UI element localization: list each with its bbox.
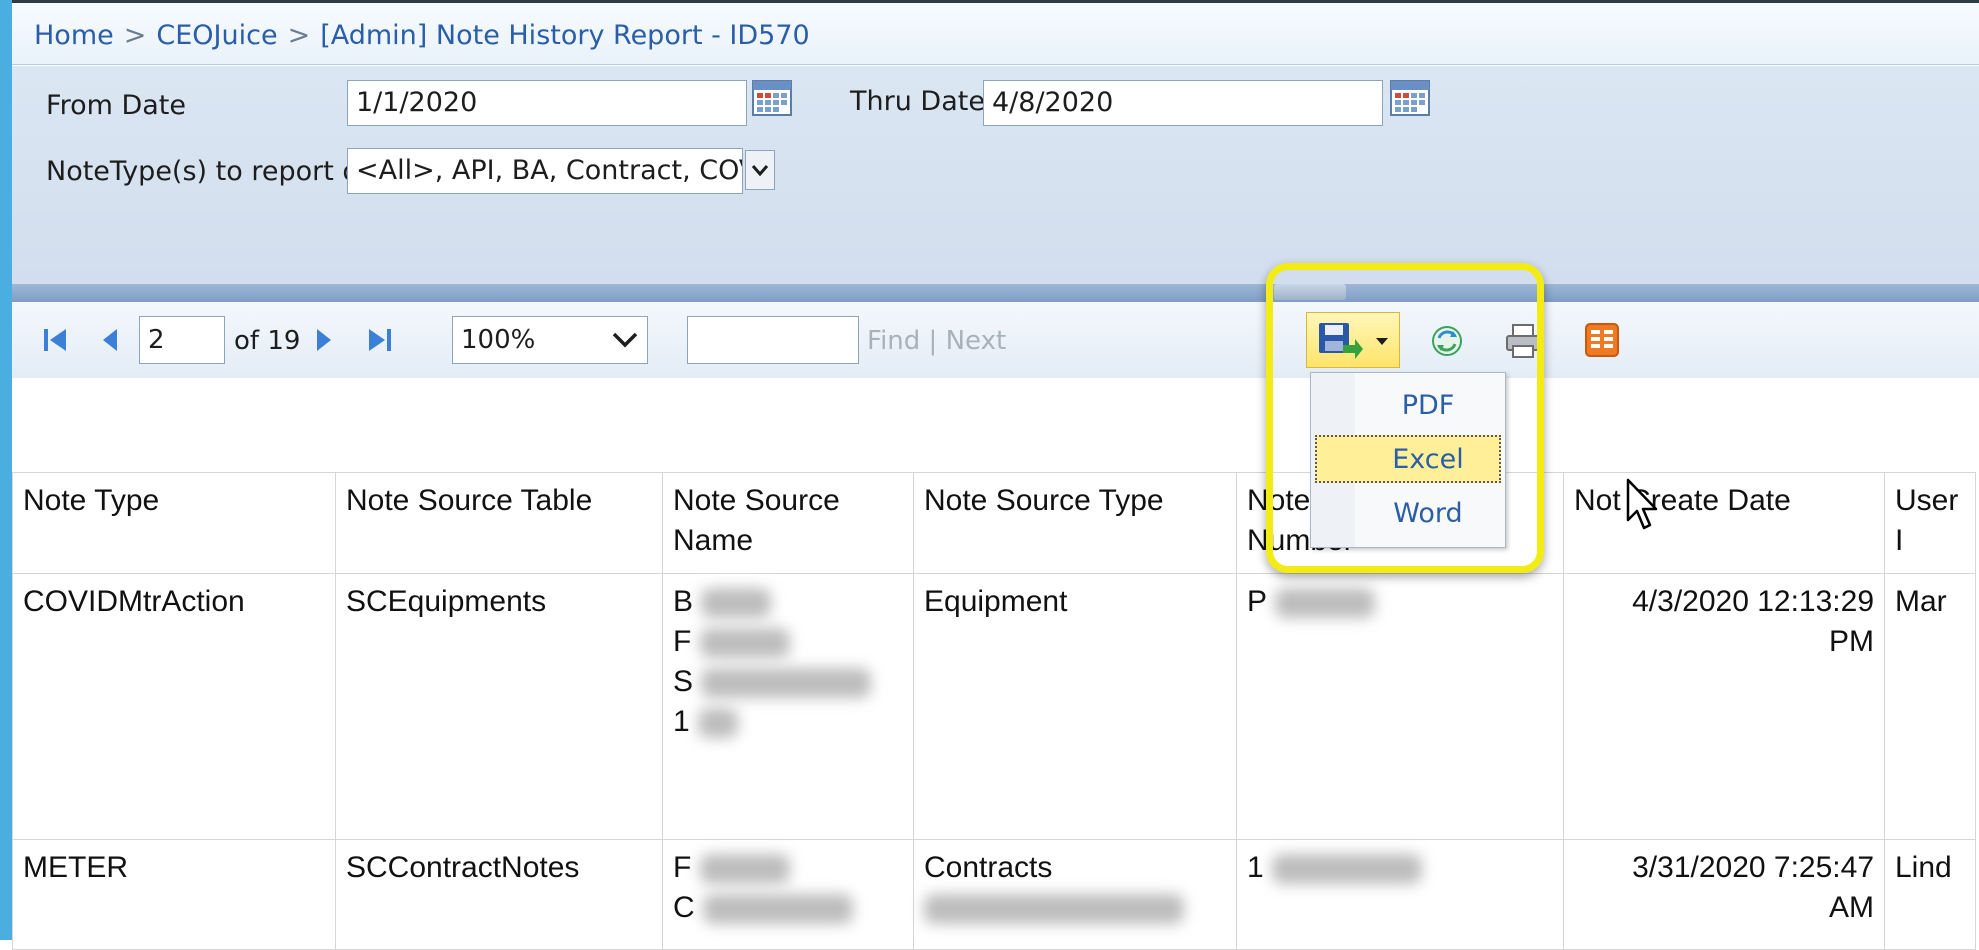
last-page-icon[interactable]	[367, 326, 393, 354]
notetype-select[interactable]: <All>, API, BA, Contract, COVID	[347, 148, 743, 194]
table-header-row: Note Type Note Source Table Note Source N…	[12, 472, 1976, 574]
page-count: of 19	[234, 326, 301, 356]
find-label[interactable]: Find	[867, 326, 920, 356]
cell-note-number: P	[1236, 573, 1564, 840]
col-header-source-type: Note Source Type	[913, 472, 1237, 574]
col-header-user: User I	[1884, 472, 1976, 574]
report-parameters-panel: From Date 1/1/2020 Thru Date 4/8/2020 No…	[12, 66, 1979, 284]
find-separator: |	[928, 326, 938, 356]
col-header-create-date: Not Create Date	[1563, 472, 1885, 574]
cell-user: Mar	[1884, 573, 1976, 840]
mouse-cursor-icon	[1626, 478, 1658, 530]
breadcrumb-current-report[interactable]: [Admin] Note History Report - ID570	[320, 20, 810, 51]
cell-source-type: Equipment	[913, 573, 1237, 840]
layout-icon[interactable]	[1584, 322, 1620, 358]
chevron-down-icon	[612, 332, 638, 348]
cell-source-name: F C	[662, 839, 914, 950]
breadcrumb-separator: >	[123, 20, 147, 51]
window-left-edge	[0, 0, 12, 940]
cell-note-type: METER	[12, 839, 336, 950]
find-button[interactable]: Find | Next	[867, 326, 1006, 356]
report-body: Note Type Note Source Table Note Source N…	[12, 378, 1979, 950]
cell-create-date: 4/3/2020 12:13:29 PM	[1563, 573, 1885, 840]
cell-create-date: 3/31/2020 7:25:47 AM	[1563, 839, 1885, 950]
calendar-icon[interactable]	[1390, 80, 1430, 116]
from-date-label: From Date	[46, 90, 187, 121]
find-input[interactable]	[687, 316, 859, 364]
cell-note-number: 1	[1236, 839, 1564, 950]
prev-page-icon[interactable]	[100, 326, 120, 354]
page-number-input[interactable]: 2	[139, 316, 225, 364]
cell-user: Lind	[1884, 839, 1976, 950]
thru-date-label: Thru Date	[850, 86, 985, 117]
notetype-label: NoteType(s) to report on	[46, 156, 377, 187]
breadcrumb-separator: >	[287, 20, 311, 51]
dropdown-arrow-icon	[752, 165, 768, 176]
report-toolbar: 2 of 19 100% Find | Next	[12, 302, 1979, 379]
cell-note-type: COVIDMtrAction	[12, 573, 336, 840]
panel-splitter[interactable]	[12, 284, 1979, 302]
first-page-icon[interactable]	[42, 326, 68, 354]
notetype-dropdown-button[interactable]	[745, 150, 775, 190]
next-page-icon[interactable]	[314, 326, 334, 354]
breadcrumb-home[interactable]: Home	[34, 20, 114, 51]
highlight-callout	[1266, 263, 1544, 573]
col-header-source-name: Note Source Name	[662, 472, 914, 574]
breadcrumb-ceojuice[interactable]: CEOJuice	[156, 20, 277, 51]
table-row: COVIDMtrAction SCEquipments B F S 1 Equi…	[12, 573, 1976, 840]
from-date-input[interactable]: 1/1/2020	[347, 80, 747, 126]
calendar-icon[interactable]	[752, 80, 792, 116]
cell-source-table: SCEquipments	[335, 573, 663, 840]
thru-date-input[interactable]: 4/8/2020	[983, 80, 1383, 126]
col-header-source-table: Note Source Table	[335, 472, 663, 574]
cell-source-type: Contracts	[913, 839, 1237, 950]
table-row: METER SCContractNotes F C Contracts 1 3/…	[12, 839, 1976, 950]
breadcrumb: Home > CEOJuice > [Admin] Note History Repor…	[12, 3, 1979, 65]
next-button[interactable]: Next	[946, 326, 1007, 356]
cell-source-table: SCContractNotes	[335, 839, 663, 950]
report-table: Note Type Note Source Table Note Source N…	[12, 472, 1976, 950]
cell-source-name: B F S 1	[662, 573, 914, 840]
col-header-note-type: Note Type	[12, 472, 336, 574]
